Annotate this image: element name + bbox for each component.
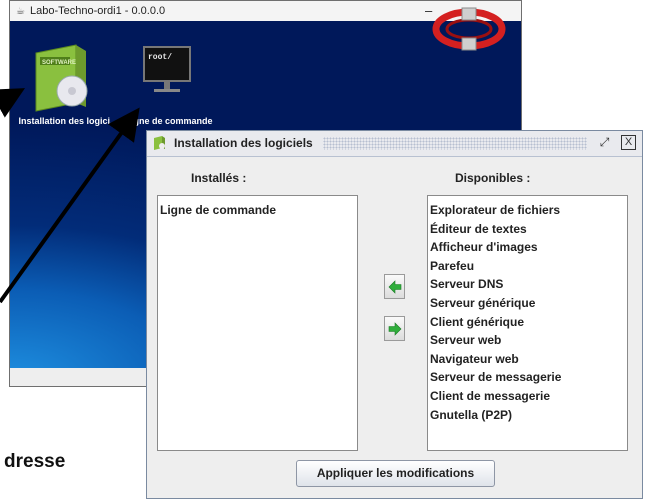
available-list[interactable]: Explorateur de fichiers Éditeur de texte… [427, 195, 628, 451]
desktop-icon-label: Ligne de commande [125, 116, 213, 126]
list-item[interactable]: Client générique [430, 313, 627, 332]
list-item[interactable]: Parefeu [430, 257, 627, 276]
titlebar-grip-dots [323, 137, 587, 150]
list-item[interactable]: Explorateur de fichiers [430, 201, 627, 220]
maximize-button[interactable]: ⤢ [597, 135, 612, 150]
software-box-badge: SOFTWARE [42, 60, 76, 66]
list-item[interactable]: Serveur générique [430, 294, 627, 313]
terminal-icon: root/ [143, 46, 191, 92]
dialog-titlebar[interactable]: Installation des logiciels ⤢ X [147, 131, 642, 157]
list-item[interactable]: Serveur web [430, 331, 627, 350]
move-to-available-button[interactable] [384, 316, 405, 341]
list-item[interactable]: Ligne de commande [160, 201, 357, 220]
installed-list[interactable]: Ligne de commande [157, 195, 358, 451]
installed-header: Installés : [191, 171, 247, 185]
software-box-icon: SOFTWARE [35, 44, 88, 112]
document-partial-text: dresse [4, 451, 66, 472]
list-item[interactable]: Navigateur web [430, 350, 627, 369]
desktop-icon-label: Installation des logici... [18, 116, 118, 126]
dialog-title: Installation des logiciels [174, 131, 319, 156]
list-item[interactable]: Afficheur d'images [430, 238, 627, 257]
terminal-prompt-text: root/ [148, 53, 172, 62]
list-item[interactable]: Gnutella (P2P) [430, 406, 627, 425]
available-header: Disponibles : [455, 171, 531, 185]
software-installation-dialog: Installation des logiciels ⤢ X Installés… [146, 130, 643, 499]
green-arrow-right-icon [388, 322, 402, 336]
list-item[interactable]: Éditeur de textes [430, 220, 627, 239]
software-box-small-icon [154, 136, 165, 150]
desktop-window-title: Labo-Techno-ordi1 - 0.0.0.0 [30, 5, 166, 17]
list-item[interactable]: Serveur DNS [430, 275, 627, 294]
list-item[interactable]: Serveur de messagerie [430, 368, 627, 387]
app-icon: ☕ [16, 6, 25, 17]
green-arrow-left-icon [388, 280, 402, 294]
network-cable-logo-icon [432, 7, 506, 51]
move-to-installed-button[interactable] [384, 274, 405, 299]
close-button[interactable]: X [621, 135, 636, 150]
list-item[interactable]: Client de messagerie [430, 387, 627, 406]
apply-changes-button[interactable]: Appliquer les modifications [296, 460, 495, 487]
